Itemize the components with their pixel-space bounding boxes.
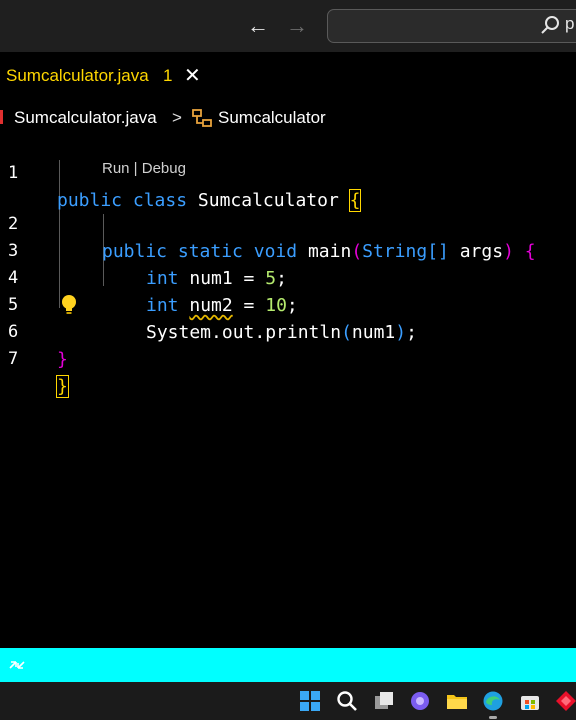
store-icon[interactable] [519,690,541,712]
code-editor[interactable]: 1 public class Sumcalculator { Run | Deb… [0,132,576,648]
class-symbol-icon [192,109,212,127]
code-line-1: 1 public class Sumcalculator { [0,133,576,212]
line-number: 7 [8,349,19,369]
search-text: p [565,14,575,33]
close-icon[interactable]: ✕ [184,63,201,88]
search-icon[interactable] [336,690,358,712]
active-app-indicator [489,716,497,719]
task-view-icon[interactable] [373,690,395,712]
breadcrumb-file[interactable]: Sumcalculator.java [14,108,157,128]
code-line-2: 2 public static void main(String[] args)… [0,184,576,262]
chat-icon[interactable] [409,690,431,712]
error-marker [0,110,3,124]
file-explorer-icon[interactable] [446,690,468,712]
breadcrumb-separator: > [172,108,182,127]
close-brace: } [57,349,68,370]
code-line-3: 3 int num1 = 5; [0,211,576,289]
code-line-6: 6 } [0,292,576,370]
title-bar: ← → p [0,0,576,52]
arrow-right-icon[interactable]: → [286,13,308,39]
breadcrumb: Sumcalculator.java > Sumcalculator [0,104,576,132]
app-icon[interactable] [555,690,576,712]
close-brace: } [56,375,69,398]
status-bar [0,648,576,682]
breadcrumb-class[interactable]: Sumcalculator [218,108,326,128]
edge-icon[interactable] [482,690,504,712]
search-icon [541,16,559,34]
remote-icon[interactable] [7,656,27,674]
lightbulb-icon[interactable] [60,294,78,316]
taskbar [0,682,576,720]
windows-start-icon[interactable] [299,690,321,712]
line-number: 1 [8,163,19,183]
code-line-5: 5 System.out.println(num1); [0,265,576,343]
tab-problem-count: 1 [163,66,173,85]
run-debug-codelens[interactable]: Run | Debug [102,160,186,177]
arrow-left-icon[interactable]: ← [247,13,269,39]
code-line-7: 7 } [0,319,576,398]
code-line-4: 4 int num2 = 10; [0,238,576,316]
tab-sumcalculator[interactable]: Sumcalculator.java [6,66,149,86]
